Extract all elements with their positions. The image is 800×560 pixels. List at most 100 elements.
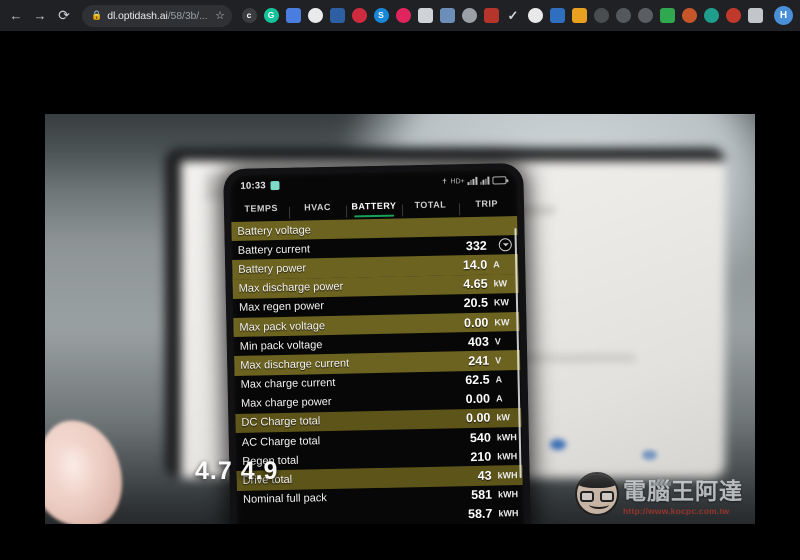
extension-bookmark-icon[interactable] [285,8,301,23]
extension-lock-green-icon[interactable] [659,8,675,23]
metric-value [440,226,486,227]
video-player[interactable]: 10:33 ✝ HD+ TEMPS HVAC BATTERY TOTAL TRIP Ba… [45,114,755,524]
bookmark-star-icon[interactable]: ☆ [215,9,225,22]
extension-chat-icon[interactable] [307,8,323,23]
extension-note-orange-icon[interactable] [571,8,587,23]
metric-value: 403 [467,334,489,349]
metric-label: Min pack voltage [239,338,323,353]
status-clock: 10:33 [240,179,266,192]
metric-label: Max pack voltage [239,319,326,334]
metric-label: Max charge current [240,376,336,391]
metric-unit: kWH [498,508,519,519]
mascot-face-icon [575,472,619,516]
metric-value: 210 [470,449,492,464]
extension-heart-icon[interactable] [351,8,367,23]
extension-pin-red-icon[interactable] [725,8,741,23]
metric-value: 62.5 [465,372,490,388]
avatar[interactable]: H [774,6,793,25]
extension-c-icon[interactable]: c [241,8,257,23]
metric-unit: A [495,393,503,404]
metric-unit: A [495,374,503,385]
metric-label [243,515,446,519]
extension-screenshot-icon[interactable] [329,8,345,23]
chevron-down-circle-icon[interactable] [498,238,512,252]
metric-label: Battery power [238,262,307,276]
network-type-label: HD+ [450,177,465,185]
extension-pin-teal-icon[interactable] [703,8,719,23]
extension-tree-orange-icon[interactable] [681,8,697,23]
extension-grammar-icon[interactable]: G [263,8,279,23]
metric-label: Max discharge power [238,280,344,296]
metric-unit: kW [493,278,508,289]
extension-flag-red-icon[interactable] [483,8,499,23]
tab-total[interactable]: TOTAL [402,199,459,211]
back-arrow-icon[interactable]: ← [5,5,27,27]
metric-value: 581 [471,487,493,503]
watermark: 電腦王阿達 http://www.kocpc.com.tw [575,450,743,517]
status-indicators: ✝ HD+ [442,176,507,186]
metric-unit: A [493,259,500,270]
metric-label: Battery current [237,243,311,257]
metric-value: 540 [469,430,491,445]
metric-unit: V [494,336,501,347]
metric-label: Max regen power [238,300,325,315]
metric-label: Nominal full pack [242,492,327,507]
extension-skype-icon[interactable]: S [373,8,389,23]
extension-grid-icon[interactable] [747,8,763,23]
metric-unit: V [495,355,502,366]
battery-icon [492,176,507,185]
extension-check-icon[interactable]: ✓ [506,8,521,23]
metric-unit: KW [494,316,510,328]
metric-value: 0.00 [463,315,489,330]
metric-value: 0.00 [465,391,491,407]
extension-swirl-icon[interactable] [461,8,477,23]
tab-hvac[interactable]: HVAC [289,202,346,213]
metric-value: 20.5 [463,296,489,311]
forward-arrow-icon[interactable]: → [29,5,51,27]
metric-unit [486,226,514,227]
extension-photo-icon[interactable] [549,8,565,23]
extension-location-icon[interactable] [615,8,631,23]
background-blue-dot [550,439,566,450]
tab-trip[interactable]: TRIP [458,198,515,209]
metric-value: 332 [465,238,487,253]
tab-battery[interactable]: BATTERY [346,200,403,212]
extension-info-icon[interactable] [593,8,609,23]
extension-record-icon[interactable] [527,8,543,23]
metric-value: 58.7 [467,507,493,522]
extensions-puzzle-icon[interactable] [769,8,770,23]
metric-label: Battery voltage [237,223,311,238]
metric-unit: kWH [497,489,519,500]
address-bar[interactable]: 🔒 dl.optidash.ai/58/3b/... ☆ [82,4,232,27]
metric-value: 0.00 [465,411,491,426]
metric-unit: kWH [497,450,518,462]
page-content: 10:33 ✝ HD+ TEMPS HVAC BATTERY TOTAL TRIP Ba… [0,32,800,560]
watermark-text: 電腦王阿達 http://www.kocpc.com.tw [623,481,743,517]
mascot-hair [577,474,617,488]
reload-icon[interactable]: ⟳ [53,5,75,27]
metric-unit: kWH [496,431,517,443]
metric-value: 241 [468,353,490,368]
metric-unit: kWH [497,470,518,481]
tab-temps[interactable]: TEMPS [233,203,290,214]
watermark-url: http://www.kocpc.com.tw [623,506,730,516]
metric-value: 14.0 [462,257,488,273]
metric-unit: KW [493,297,510,308]
metric-label: Max discharge current [240,357,350,372]
background-text-smudge [515,354,635,362]
lock-icon: 🔒 [91,10,103,20]
metric-value: 43 [477,468,492,483]
metric-label: Max charge power [240,396,332,411]
signal-bars-icon-2 [480,176,490,185]
thumb-nail [53,443,101,501]
extension-person-icon[interactable] [439,8,455,23]
overlay-numbers: 4.7 4.9 [195,457,279,485]
url-text: dl.optidash.ai/58/3b/... [107,9,208,22]
status-notification-icon [270,180,280,190]
extension-star-pink-icon[interactable] [395,8,411,23]
metric-label: DC Charge total [241,415,321,430]
extension-clock-icon[interactable] [637,8,653,23]
extension-reader-icon[interactable] [417,8,433,23]
metric-label: AC Charge total [241,434,321,449]
mascot-mouth [589,500,609,509]
